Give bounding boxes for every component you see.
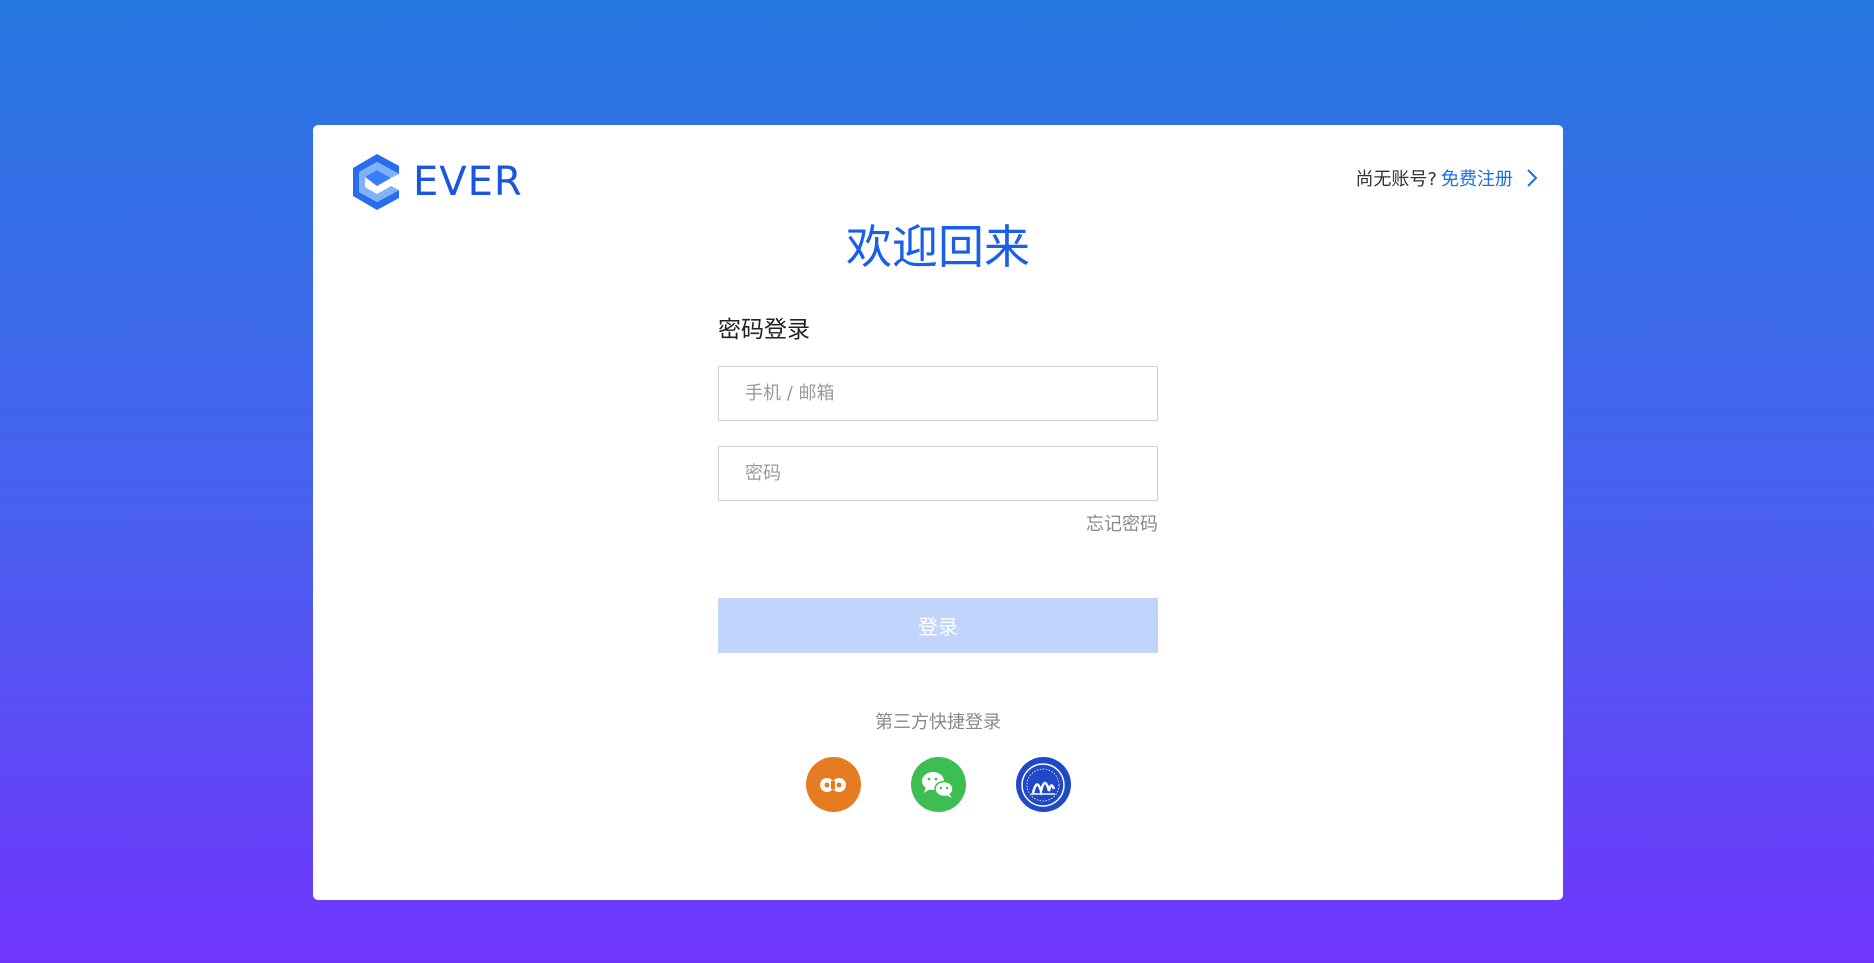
- signup-prompt: 尚无账号? 免费注册: [1355, 165, 1539, 191]
- form-title: 密码登录: [718, 317, 810, 343]
- login-form: 密码登录 忘记密码 登录: [718, 313, 1158, 653]
- forgot-password-link[interactable]: 忘记密码: [718, 513, 1158, 537]
- brand-name: EVER: [413, 159, 523, 205]
- password-input[interactable]: [718, 446, 1158, 501]
- welcome-title: 欢迎回来: [846, 220, 1030, 274]
- orange-cloud-login-button[interactable]: [805, 757, 861, 812]
- third-party-login-row: [313, 757, 1563, 812]
- login-button[interactable]: 登录: [718, 598, 1158, 653]
- orange-cloud-icon: [820, 777, 846, 792]
- ever-logo-icon: [353, 154, 399, 210]
- signup-link[interactable]: 免费注册: [1441, 165, 1513, 191]
- third-party-label: 第三方快捷登录: [875, 712, 1001, 733]
- wechat-login-button[interactable]: [910, 757, 966, 812]
- account-input[interactable]: [718, 366, 1158, 421]
- university-login-button[interactable]: [1015, 757, 1071, 812]
- university-emblem-icon: [1021, 762, 1065, 807]
- login-card: EVER 尚无账号? 免费注册 欢迎回来 密码登录 忘记密码 登录 第三方快捷登…: [313, 125, 1563, 900]
- wechat-icon: [922, 771, 954, 798]
- no-account-text: 尚无账号?: [1355, 169, 1437, 190]
- chevron-right-icon[interactable]: [1525, 167, 1539, 189]
- brand-logo[interactable]: EVER: [351, 152, 523, 212]
